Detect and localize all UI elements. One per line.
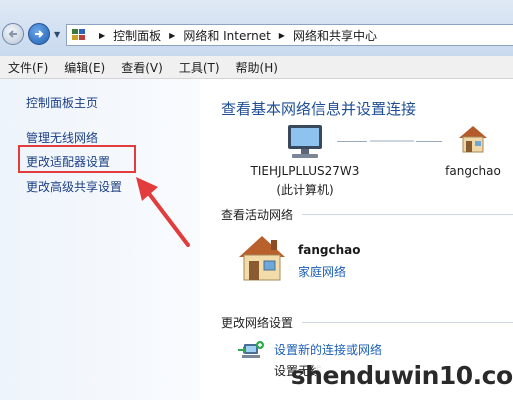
change-network-settings-header: 更改网络设置: [221, 316, 294, 330]
this-computer-caption: (此计算机): [276, 183, 334, 197]
setup-new-connection-link[interactable]: 设置新的连接或网络: [274, 341, 382, 358]
network-map-name-label[interactable]: fangchao: [440, 164, 506, 178]
section-divider: [302, 214, 513, 215]
active-networks-header: 查看活动网络: [221, 208, 294, 222]
menu-edit[interactable]: 编辑(E): [56, 59, 113, 76]
back-button[interactable]: [2, 23, 24, 45]
breadcrumb-separator-icon: ▶: [99, 30, 106, 40]
breadcrumb-separator-icon: ▶: [278, 30, 285, 40]
active-network-name: fangchao: [298, 243, 361, 257]
page-title: 查看基本网络信息并设置连接: [221, 100, 417, 118]
control-panel-home-link[interactable]: 控制面板主页: [26, 94, 98, 111]
computer-icon: [288, 125, 322, 158]
forward-arrow-icon: [35, 30, 44, 38]
change-advanced-sharing-link[interactable]: 更改高级共享设置: [26, 178, 122, 195]
breadcrumb-control-panel[interactable]: 控制面板: [113, 27, 161, 44]
breadcrumb-network-internet[interactable]: 网络和 Internet: [183, 27, 270, 44]
menu-tools[interactable]: 工具(T): [171, 59, 228, 76]
menu-help[interactable]: 帮助(H): [228, 59, 286, 76]
title-address-bar: ▼ ▶ 控制面板 ▶ 网络和 Internet ▶ 网络和共享中心: [0, 0, 513, 56]
active-network-type-link[interactable]: 家庭网络: [298, 263, 346, 280]
new-connection-icon: [238, 341, 264, 358]
computer-name-label: TIEHJLPLLUS27W3: [250, 164, 360, 178]
red-highlight-box: [18, 145, 136, 173]
menu-file[interactable]: 文件(F): [0, 59, 56, 76]
control-panel-icon: [72, 29, 85, 40]
menu-bar: 文件(F) 编辑(E) 查看(V) 工具(T) 帮助(H): [0, 56, 513, 79]
connection-line: [416, 141, 442, 142]
network-connection-icon: [370, 140, 414, 142]
home-network-icon: [459, 126, 487, 153]
forward-button[interactable]: [28, 23, 50, 45]
recent-pages-dropdown-icon[interactable]: ▼: [54, 30, 62, 39]
manage-wireless-networks-link[interactable]: 管理无线网络: [26, 129, 98, 146]
address-bar[interactable]: ▶ 控制面板 ▶ 网络和 Internet ▶ 网络和共享中心: [66, 24, 513, 46]
connection-line: [337, 141, 367, 142]
red-annotation-arrow-icon: [136, 177, 190, 247]
menu-view[interactable]: 查看(V): [113, 59, 171, 76]
breadcrumb-separator-icon: ▶: [169, 30, 176, 40]
breadcrumb-network-sharing-center[interactable]: 网络和共享中心: [293, 27, 377, 44]
home-network-large-icon: [239, 236, 285, 281]
watermark: shenduwin10.com: [291, 358, 513, 392]
section-divider: [302, 322, 513, 323]
back-arrow-icon: [8, 30, 17, 38]
